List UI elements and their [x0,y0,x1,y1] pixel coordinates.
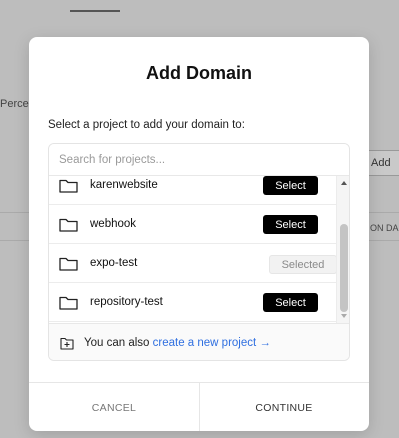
modal-title: Add Domain [146,63,252,83]
folder-icon [59,179,78,193]
scroll-up-arrow-icon[interactable] [341,181,347,185]
scrollbar-thumb[interactable] [340,224,348,312]
modal-subtitle: Select a project to add your domain to: [48,119,245,131]
project-row: karenwebsite Select [49,176,336,205]
select-project-button[interactable]: Select [263,176,318,195]
project-row: expo-test Selected [49,244,336,283]
project-list-box: karenwebsite Select webhook Select expo-… [48,143,350,361]
project-search-input[interactable] [49,144,349,176]
project-name: karenwebsite [90,179,158,191]
project-name: expo-test [90,257,138,269]
scroll-down-arrow-icon[interactable] [341,314,347,318]
project-name: webhook [90,218,137,230]
folder-icon [59,296,78,310]
modal-footer: CANCEL CONTINUE [29,382,369,431]
background-column-label: Perce [0,98,29,110]
create-project-hint: You can also create a new project → [49,323,349,360]
project-row: webhook Select [49,205,336,244]
project-row: repository-test Select [49,283,336,322]
select-project-button[interactable]: Select [263,293,318,312]
select-project-button[interactable]: Select [263,215,318,234]
background-top-bar [70,10,120,12]
cancel-button[interactable]: CANCEL [29,383,199,431]
continue-button[interactable]: CONTINUE [199,383,369,431]
selected-project-badge: Selected [269,255,336,274]
project-list: karenwebsite Select webhook Select expo-… [49,176,336,323]
create-project-text: You can also create a new project → [84,337,271,349]
add-domain-modal: Add Domain Select a project to add your … [29,37,369,431]
background-column-header: ON DA [370,223,399,233]
folder-icon [59,218,78,232]
create-new-project-link[interactable]: create a new project → [153,337,271,349]
create-project-prefix: You can also [84,337,153,349]
project-name: repository-test [90,296,163,308]
folder-icon [59,257,78,271]
project-list-scrollbar[interactable] [336,176,349,323]
folder-plus-icon [60,337,74,350]
